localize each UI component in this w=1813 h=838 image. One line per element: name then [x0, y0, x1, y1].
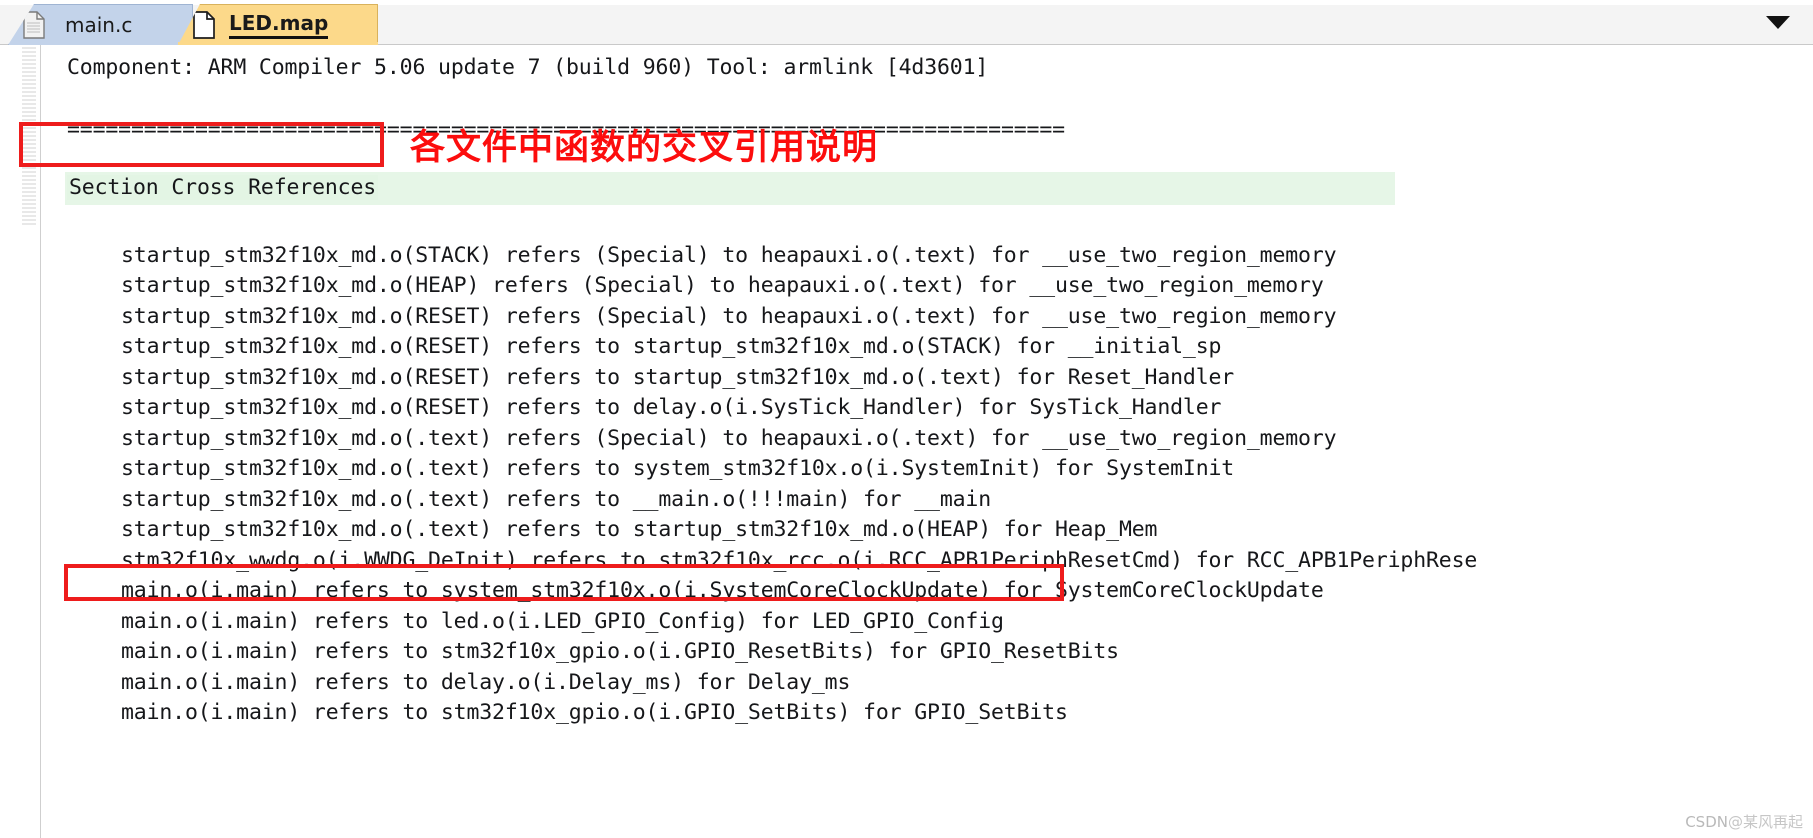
bottom-fade	[41, 822, 1813, 838]
xref-line: startup_stm32f10x_md.o(RESET) refers (Sp…	[121, 304, 1337, 329]
xref-line: main.o(i.main) refers to stm32f10x_gpio.…	[121, 639, 1119, 664]
tab-led-map[interactable]: LED.map	[178, 4, 378, 45]
tab-label: LED.map	[229, 11, 329, 39]
tab-label: main.c	[65, 13, 133, 37]
xref-line: startup_stm32f10x_md.o(.text) refers (Sp…	[121, 426, 1337, 451]
xref-line-highlighted: main.o(i.main) refers to led.o(i.LED_GPI…	[121, 609, 1004, 634]
xref-line: startup_stm32f10x_md.o(STACK) refers (Sp…	[121, 243, 1337, 268]
document-icon	[193, 11, 215, 39]
line-section-title: Section Cross References	[67, 173, 379, 204]
xref-line: main.o(i.main) refers to stm32f10x_gpio.…	[121, 700, 1068, 725]
map-file-text: Component: ARM Compiler 5.06 update 7 (b…	[41, 45, 1477, 725]
active-tab-underline	[178, 42, 378, 45]
section-title-text: Section Cross References	[67, 175, 379, 200]
xref-line: startup_stm32f10x_md.o(RESET) refers to …	[121, 365, 1235, 390]
xref-line: startup_stm32f10x_md.o(HEAP) refers (Spe…	[121, 273, 1324, 298]
xref-line: main.o(i.main) refers to delay.o(i.Delay…	[121, 670, 851, 695]
map-file-viewer[interactable]: Component: ARM Compiler 5.06 update 7 (b…	[41, 45, 1813, 838]
gutter-marker-stripe	[22, 45, 36, 225]
annotation-chinese-note: 各文件中函数的交叉引用说明	[410, 128, 879, 168]
chevron-down-icon[interactable]	[1765, 11, 1791, 33]
xref-line: startup_stm32f10x_md.o(.text) refers to …	[121, 456, 1235, 481]
xref-line: startup_stm32f10x_md.o(RESET) refers to …	[121, 334, 1222, 359]
caret-glyph	[1766, 15, 1790, 29]
watermark: CSDN@某风再起	[1685, 811, 1803, 832]
tab-main-c[interactable]: main.c	[8, 4, 193, 45]
xref-line: startup_stm32f10x_md.o(.text) refers to …	[121, 517, 1158, 542]
watermark-suffix: @某风再起	[1727, 813, 1803, 831]
watermark-prefix: CSDN	[1685, 813, 1728, 831]
xref-line: main.o(i.main) refers to system_stm32f10…	[121, 578, 1324, 603]
document-icon	[23, 11, 45, 39]
editor-tab-bar: main.c LED.map	[0, 0, 1813, 45]
line-component-header: Component: ARM Compiler 5.06 update 7 (b…	[67, 55, 989, 80]
xref-line: startup_stm32f10x_md.o(.text) refers to …	[121, 487, 991, 512]
editor-gutter	[0, 45, 41, 838]
xref-line: startup_stm32f10x_md.o(RESET) refers to …	[121, 395, 1222, 420]
xref-line: stm32f10x_wwdg.o(i.WWDG_DeInit) refers t…	[121, 548, 1478, 573]
